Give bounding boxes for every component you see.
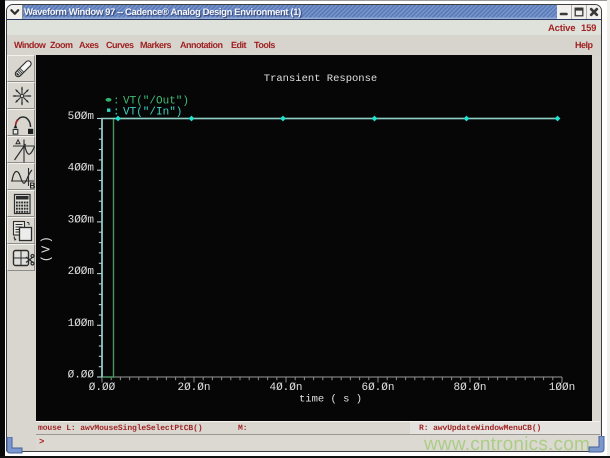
svg-text:Ø.ØØ: Ø.ØØ: [68, 370, 95, 382]
svg-text:3ØØm: 3ØØm: [68, 214, 95, 226]
svg-text:1ØØm: 1ØØm: [68, 318, 95, 330]
svg-text:5ØØm: 5ØØm: [68, 111, 95, 123]
svg-text:2Ø.Øn: 2Ø.Øn: [177, 382, 210, 394]
svg-text:VT("/In"): VT("/In"): [123, 107, 182, 119]
svg-text:4Ø.Øn: 4Ø.Øn: [269, 382, 302, 394]
svg-text:6Ø.Øn: 6Ø.Øn: [361, 382, 394, 394]
svg-text:1ØØn: 1ØØn: [549, 382, 575, 394]
svg-text:time ( s ): time ( s ): [299, 394, 362, 406]
svg-text:4ØØm: 4ØØm: [68, 163, 95, 175]
svg-text:(V): (V): [41, 234, 54, 262]
svg-text:8Ø.Øn: 8Ø.Øn: [453, 382, 486, 394]
svg-text:Transient Response: Transient Response: [264, 73, 377, 85]
svg-text:Ø.ØØ: Ø.ØØ: [89, 382, 116, 394]
svg-text:2ØØm: 2ØØm: [68, 266, 95, 278]
